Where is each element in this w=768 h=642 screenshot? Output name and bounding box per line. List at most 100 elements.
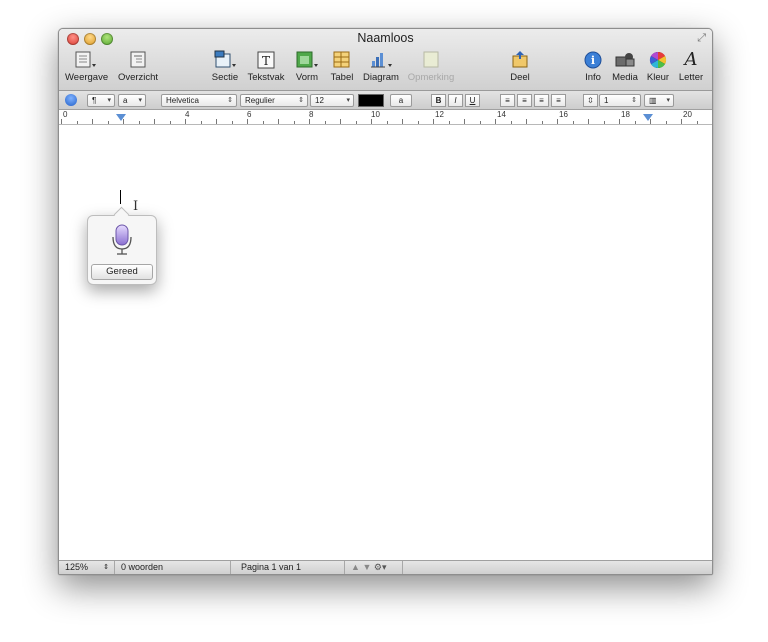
ruler-tick	[526, 119, 527, 124]
ruler-tick	[340, 119, 341, 124]
ruler-tick	[61, 119, 62, 124]
font-family-select[interactable]: Helvetica ⇕	[161, 94, 237, 107]
document-canvas[interactable]: I Gereed	[59, 125, 712, 560]
ruler-tick	[542, 121, 543, 124]
gear-icon[interactable]: ⚙▾	[374, 562, 387, 572]
toolbar-opmerking[interactable]: Opmerking	[405, 50, 457, 86]
page-nav[interactable]: ▲ ▼ ⚙▾	[345, 561, 403, 574]
previous-page-icon[interactable]: ▲	[351, 562, 360, 572]
character-style-select[interactable]: a ▾	[118, 94, 146, 107]
align-right-icon: ≡	[539, 96, 544, 105]
line-spacing-select[interactable]: 1 ⇕	[599, 94, 641, 107]
ruler-number: 6	[247, 110, 252, 119]
ruler-tick	[371, 119, 372, 124]
bold-button[interactable]: B	[431, 94, 446, 107]
ruler-tick	[294, 121, 295, 124]
italic-button[interactable]: I	[448, 94, 463, 107]
toolbar-diagram[interactable]: Diagram	[361, 50, 401, 86]
ruler-number: 4	[185, 110, 190, 119]
text-color-well[interactable]	[358, 94, 384, 107]
ruler-tick	[170, 121, 171, 124]
align-left-icon: ≡	[505, 96, 510, 105]
toolbar-tabel[interactable]: Tabel	[327, 50, 357, 86]
ruler-number: 0	[63, 110, 68, 119]
ruler-tick	[604, 121, 605, 124]
align-left-button[interactable]: ≡	[500, 94, 515, 107]
ruler-tick	[449, 121, 450, 124]
ruler-tick	[588, 119, 589, 124]
done-button[interactable]: Gereed	[91, 264, 153, 280]
toolbar-info[interactable]: i Info	[581, 50, 605, 86]
underline-button[interactable]: U	[465, 94, 480, 107]
pages-window: Naamloos ⤢ Weergave Overzicht Sectie T T	[58, 28, 713, 575]
toolbar-media[interactable]: Media	[611, 50, 639, 86]
columns-select[interactable]: ▥ ▾	[644, 94, 674, 107]
ruler[interactable]: 0 4 6 8 10 12 14 16 18 20	[59, 110, 712, 125]
status-bar: 125% ⇕ 0 woorden Pagina 1 van 1 ▲ ▼ ⚙▾	[59, 560, 712, 574]
ruler-tick	[325, 121, 326, 124]
left-indent-marker[interactable]	[116, 114, 126, 121]
toolbar-deel[interactable]: Deel	[503, 50, 537, 86]
toolbar-kleur[interactable]: Kleur	[644, 50, 672, 86]
textbox-icon: T	[256, 50, 276, 70]
microphone-icon	[111, 224, 133, 261]
ruler-tick	[418, 121, 419, 124]
columns-icon: ▥	[649, 96, 657, 105]
ruler-tick	[92, 119, 93, 124]
ruler-number: 12	[435, 110, 444, 119]
paragraph-style-select[interactable]: ¶ ▾	[87, 94, 115, 107]
ruler-tick	[464, 119, 465, 124]
text-caret	[120, 190, 121, 204]
share-icon	[510, 50, 530, 70]
line-spacing-icon: ⇳	[583, 94, 598, 107]
align-center-button[interactable]: ≡	[517, 94, 532, 107]
style-drawer-icon[interactable]	[65, 94, 77, 106]
align-right-button[interactable]: ≡	[534, 94, 549, 107]
ibeam-cursor-icon: I	[133, 199, 139, 214]
ruler-tick	[309, 119, 310, 124]
table-icon	[332, 50, 352, 70]
ruler-number: 8	[309, 110, 314, 119]
toolbar-tekstvak[interactable]: T Tekstvak	[245, 50, 287, 86]
justify-icon: ≡	[556, 96, 561, 105]
justify-button[interactable]: ≡	[551, 94, 566, 107]
fullscreen-icon[interactable]: ⤢	[697, 32, 706, 45]
right-indent-marker[interactable]	[643, 114, 653, 121]
svg-text:T: T	[262, 54, 270, 68]
highlight-color-well[interactable]: a	[390, 94, 412, 107]
format-bar: ¶ ▾ a ▾ Helvetica ⇕ Regulier ⇕ 12 ▾ a B I U ≡…	[59, 91, 712, 110]
font-size-field[interactable]: 12 ▾	[310, 94, 354, 107]
ruler-tick	[666, 121, 667, 124]
zoom-select[interactable]: 125% ⇕	[59, 561, 115, 574]
section-icon	[213, 50, 237, 70]
ruler-tick	[356, 121, 357, 124]
toolbar-letter[interactable]: A Letter	[676, 50, 706, 86]
window-title: Naamloos	[357, 31, 414, 45]
word-count: 0 woorden	[115, 561, 231, 574]
font-icon: A	[684, 49, 698, 70]
ruler-tick	[495, 119, 496, 124]
ruler-tick	[278, 119, 279, 124]
page-indicator: Pagina 1 van 1	[231, 561, 345, 574]
toolbar-overzicht[interactable]: Overzicht	[113, 50, 163, 86]
comment-icon	[421, 50, 441, 70]
ruler-tick	[402, 119, 403, 124]
toolbar-sectie[interactable]: Sectie	[209, 50, 241, 86]
ruler-number: 14	[497, 110, 506, 119]
chart-icon	[369, 50, 393, 70]
ruler-tick	[480, 121, 481, 124]
font-style-select[interactable]: Regulier ⇕	[240, 94, 308, 107]
media-icon	[614, 50, 636, 70]
next-page-icon[interactable]: ▼	[362, 562, 371, 572]
ruler-tick	[433, 119, 434, 124]
color-wheel-icon	[648, 50, 668, 70]
ruler-tick	[573, 121, 574, 124]
ruler-tick	[650, 119, 651, 124]
ruler-tick	[697, 121, 698, 124]
toolbar-weergave[interactable]: Weergave	[65, 50, 108, 86]
toolbar-vorm[interactable]: Vorm	[292, 50, 322, 86]
ruler-tick	[557, 119, 558, 124]
ruler-tick	[263, 121, 264, 124]
align-center-icon: ≡	[522, 96, 527, 105]
view-icon	[73, 50, 97, 70]
